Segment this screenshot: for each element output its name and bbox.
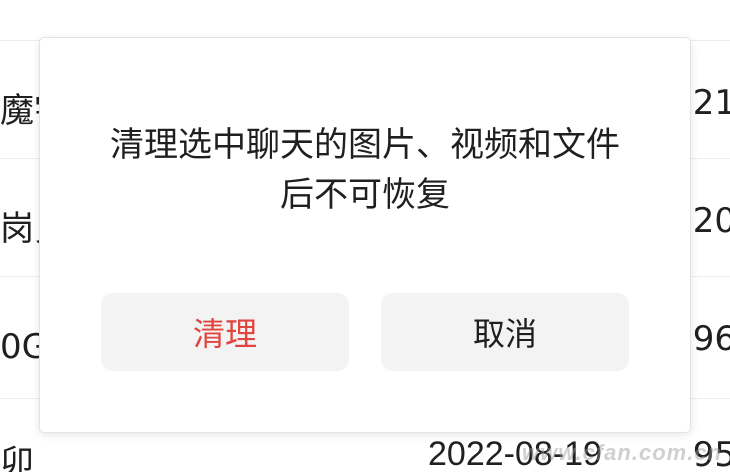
confirm-clean-dialog: 清理选中聊天的图片、视频和文件 后不可恢复 清理 取消 xyxy=(40,38,690,432)
clean-button[interactable]: 清理 xyxy=(101,293,349,371)
list-item-size: 21 xyxy=(692,83,730,123)
cancel-button[interactable]: 取消 xyxy=(381,293,629,371)
screen: 魔宇 21 岗员 20 0G游 96 卯 2022-08-19 95 清理选中聊… xyxy=(0,0,730,472)
dialog-message-line1: 清理选中聊天的图片、视频和文件 xyxy=(110,125,620,165)
watermark: www.cfan.com.cn xyxy=(521,440,722,465)
dialog-message: 清理选中聊天的图片、视频和文件 后不可恢复 xyxy=(60,120,670,220)
list-item-size: 20 xyxy=(692,201,730,241)
list-item-size: 96 xyxy=(692,319,730,359)
list-item-title: 卯 xyxy=(0,443,34,472)
dialog-message-line2: 后不可恢复 xyxy=(280,175,450,215)
